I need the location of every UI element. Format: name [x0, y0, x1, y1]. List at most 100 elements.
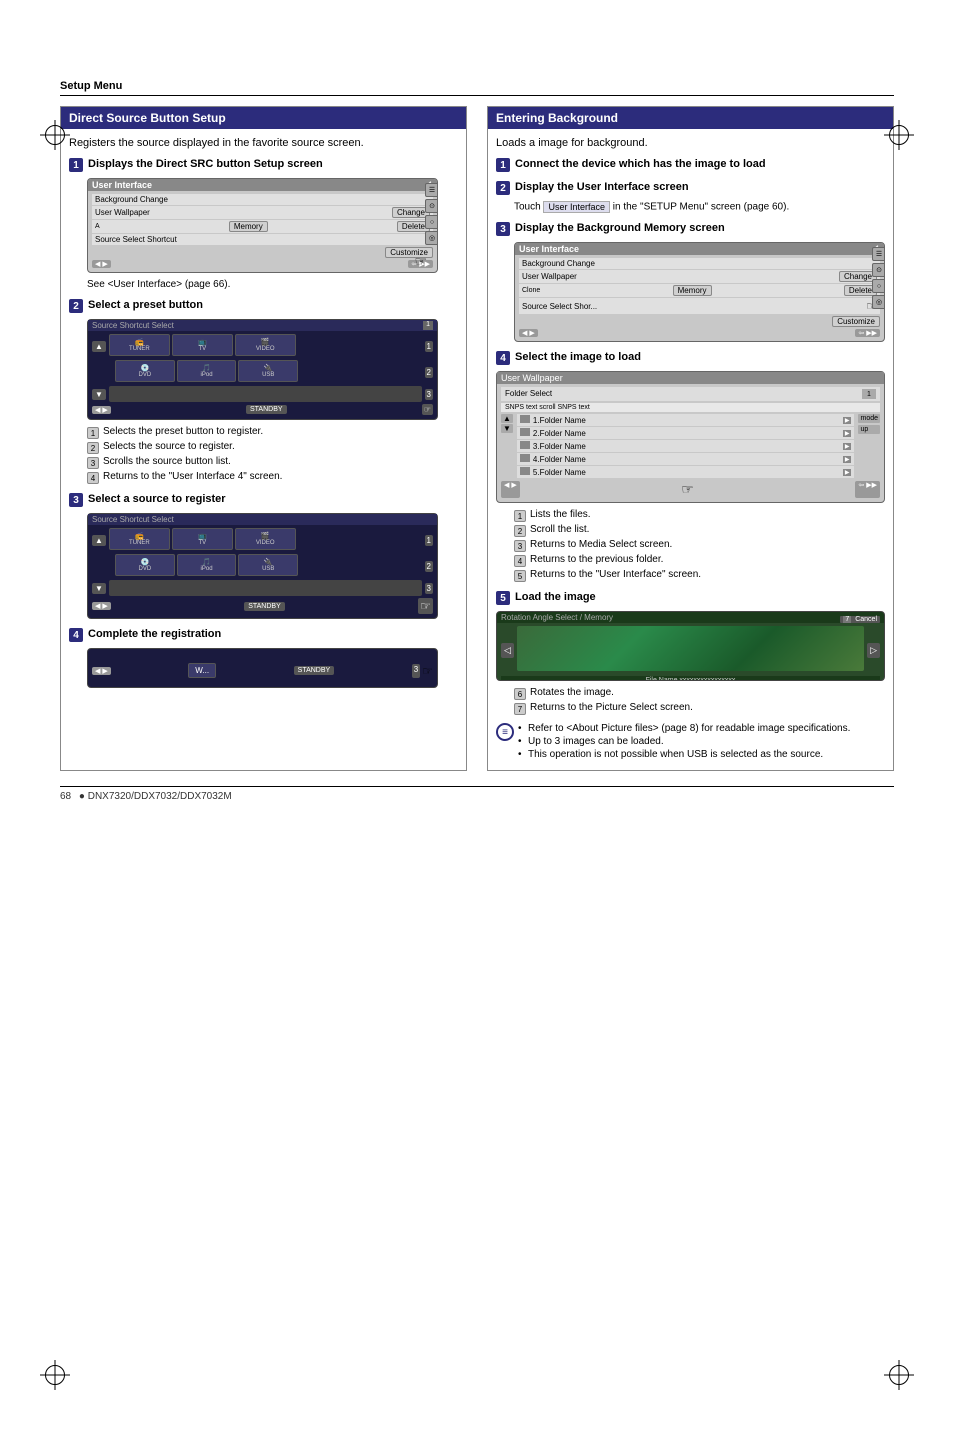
ss-tv[interactable]: 📺TV: [172, 334, 233, 356]
ss2-ipod[interactable]: 🎵iPod: [177, 554, 237, 576]
icon-3: ○: [425, 215, 438, 229]
folder-btn-3[interactable]: ▶: [843, 443, 852, 450]
complete-screen: ◀ ▶ W... STANDBY 3 ☞: [87, 648, 438, 688]
r-nav-left[interactable]: ◀ ▶: [519, 329, 538, 337]
step-3-title: Select a source to register: [88, 492, 226, 506]
ss2-usb[interactable]: 🔌USB: [238, 554, 298, 576]
folder-up[interactable]: ▲: [501, 414, 513, 423]
r-bg-change-row: Background Change: [519, 258, 880, 269]
ss-down-btn[interactable]: ▼: [92, 389, 106, 400]
r-step-4-header: 4 Select the image to load: [496, 350, 885, 365]
hand-cursor-1: ☞: [414, 253, 427, 270]
step-2-item-1: 1 Selects the preset button to register.: [87, 426, 458, 439]
complete-btn[interactable]: W...: [188, 663, 216, 678]
r-customize-btn[interactable]: Customize: [832, 316, 880, 327]
folder-btn-4[interactable]: ▶: [843, 456, 852, 463]
folder-select-screen: User Wallpaper Folder Select 1 SNPS text…: [496, 371, 885, 503]
folder-up-btn[interactable]: up: [858, 425, 880, 434]
ss-video[interactable]: 🎬VIDEO: [235, 334, 296, 356]
left-section-intro: Registers the source displayed in the fa…: [69, 137, 458, 149]
folder-btn-5[interactable]: ▶: [843, 469, 852, 476]
right-section: Entering Background Loads a image for ba…: [487, 106, 894, 771]
note-3: This operation is not possible when USB …: [518, 749, 850, 760]
step-2-item-2: 2 Selects the source to register.: [87, 441, 458, 454]
nav-ctrl-left[interactable]: ◀ ▶: [92, 260, 111, 268]
memory-btn[interactable]: Memory: [229, 221, 268, 232]
r-memory-btn[interactable]: Memory: [673, 285, 712, 296]
notes-list: Refer to <About Picture files> (page 8) …: [518, 723, 850, 762]
ss2-dvd[interactable]: 💿DVD: [115, 554, 175, 576]
r-step-3-header: 3 Display the Background Memory screen: [496, 221, 885, 236]
page-model-text: DNX7320/DDX7032/DDX7032M: [88, 791, 232, 802]
rotation-title: Rotation Angle Select / Memory: [501, 613, 613, 622]
source-shortcut-row: Source Select Shortcut: [92, 234, 433, 245]
folder-btn-1[interactable]: ▶: [843, 417, 852, 424]
ss2-up[interactable]: ▲: [92, 535, 106, 546]
complete-nav[interactable]: ◀ ▶: [92, 667, 111, 675]
reg-mark-tr: [884, 120, 914, 150]
r-step-1-header: 1 Connect the device which has the image…: [496, 157, 885, 172]
ss2-video[interactable]: 🎬VIDEO: [235, 528, 296, 550]
snps-text: SNPS text scroll SNPS text: [501, 403, 880, 412]
left-section-title: Direct Source Button Setup: [61, 107, 466, 129]
step-1-header: 1 Displays the Direct SRC button Setup s…: [69, 157, 458, 172]
r-icon-4: ◎: [872, 295, 885, 309]
folder-icons: 1: [862, 389, 876, 399]
user-interface-screen: User Interface 1 Background Change User …: [87, 178, 438, 273]
rotation-right-btn[interactable]: ▷: [867, 643, 880, 658]
folder-row-3: 3.Folder Name ▶: [517, 440, 855, 452]
step-4-num: 4: [69, 628, 83, 642]
badge-3-num: 3: [412, 664, 420, 678]
ss2-down[interactable]: ▼: [92, 583, 106, 594]
badge-r2: 2: [425, 561, 433, 572]
r-step-4-item-5: 5 Returns to the "User Interface" screen…: [514, 569, 885, 582]
folder-mode-btn[interactable]: mode: [858, 414, 880, 423]
folder-title: User Wallpaper: [501, 373, 563, 383]
source-shortcut-screen-1: Source Shortcut Select 1 ▲ 📻TUNER 📺TV 🎬V…: [87, 319, 438, 420]
folder-down[interactable]: ▼: [501, 424, 513, 433]
rotation-left-btn[interactable]: ◁: [501, 643, 514, 658]
r-step-4-title: Select the image to load: [515, 350, 641, 364]
rotation-cancel-label: 7 Cancel: [840, 616, 880, 623]
ui-highlight: User Interface: [543, 201, 610, 213]
r-step-4-item-1: 1 Lists the files.: [514, 509, 885, 522]
ss-ipod[interactable]: 🎵iPod: [177, 360, 237, 382]
step-4-header: 4 Complete the registration: [69, 627, 458, 642]
step-2-header: 2 Select a preset button: [69, 298, 458, 313]
ss-tuner[interactable]: 📻TUNER: [109, 334, 170, 356]
step-1-note: See <User Interface> (page 66).: [87, 279, 458, 290]
folder-nav-ctrl[interactable]: ◀ ▶: [501, 481, 520, 498]
r-step-5-item-1: 6 Rotates the image.: [514, 687, 885, 700]
ss2-tv[interactable]: 📺TV: [172, 528, 233, 550]
folder-row-1: 1.Folder Name ▶: [517, 414, 855, 426]
step-2-item-4: 4 Returns to the "User Interface 4" scre…: [87, 471, 458, 484]
r-icon-1: ☰: [872, 247, 885, 261]
r-step-2-num: 2: [496, 181, 510, 195]
ss-title-2: Source Shortcut Select: [92, 515, 174, 524]
ss-standby[interactable]: STANDBY: [246, 405, 287, 414]
folder-right-ctrl[interactable]: ⇦ ▶▶: [855, 481, 880, 498]
ss2-nav[interactable]: ◀ ▶: [92, 602, 111, 610]
r-user-interface-screen: User Interface 1 Background Change User …: [514, 242, 885, 342]
r-step-4-item-4: 4 Returns to the previous folder.: [514, 554, 885, 567]
ss-nav-left[interactable]: ◀ ▶: [92, 406, 111, 414]
r-wallpaper-row: User Wallpaper Change: [519, 270, 880, 283]
rotation-num-badge: 7: [843, 616, 851, 623]
ss2-standby[interactable]: STANDBY: [244, 602, 285, 611]
note-1: Refer to <About Picture files> (page 8) …: [518, 723, 850, 734]
folder-mode-icon: 1: [862, 389, 876, 399]
r-ui-title: User Interface: [519, 244, 579, 254]
r-step-5-list: 6 Rotates the image. 7 Returns to the Pi…: [514, 687, 885, 715]
rotation-screen: Rotation Angle Select / Memory 7 Cancel …: [496, 611, 885, 681]
ss-usb[interactable]: 🔌USB: [238, 360, 298, 382]
ss2-tuner[interactable]: 📻TUNER: [109, 528, 170, 550]
r-step-3-title: Display the Background Memory screen: [515, 221, 725, 235]
setup-menu-label: Setup Menu: [60, 80, 894, 96]
step-2-list: 1 Selects the preset button to register.…: [87, 426, 458, 484]
ss-up-btn[interactable]: ▲: [92, 341, 106, 352]
folder-btn-2[interactable]: ▶: [843, 430, 852, 437]
ss-dvd[interactable]: 💿DVD: [115, 360, 175, 382]
step-1-title: Displays the Direct SRC button Setup scr…: [88, 157, 323, 171]
r-nav-right[interactable]: ⇦ ▶▶: [855, 329, 880, 337]
complete-standby[interactable]: STANDBY: [294, 666, 335, 675]
